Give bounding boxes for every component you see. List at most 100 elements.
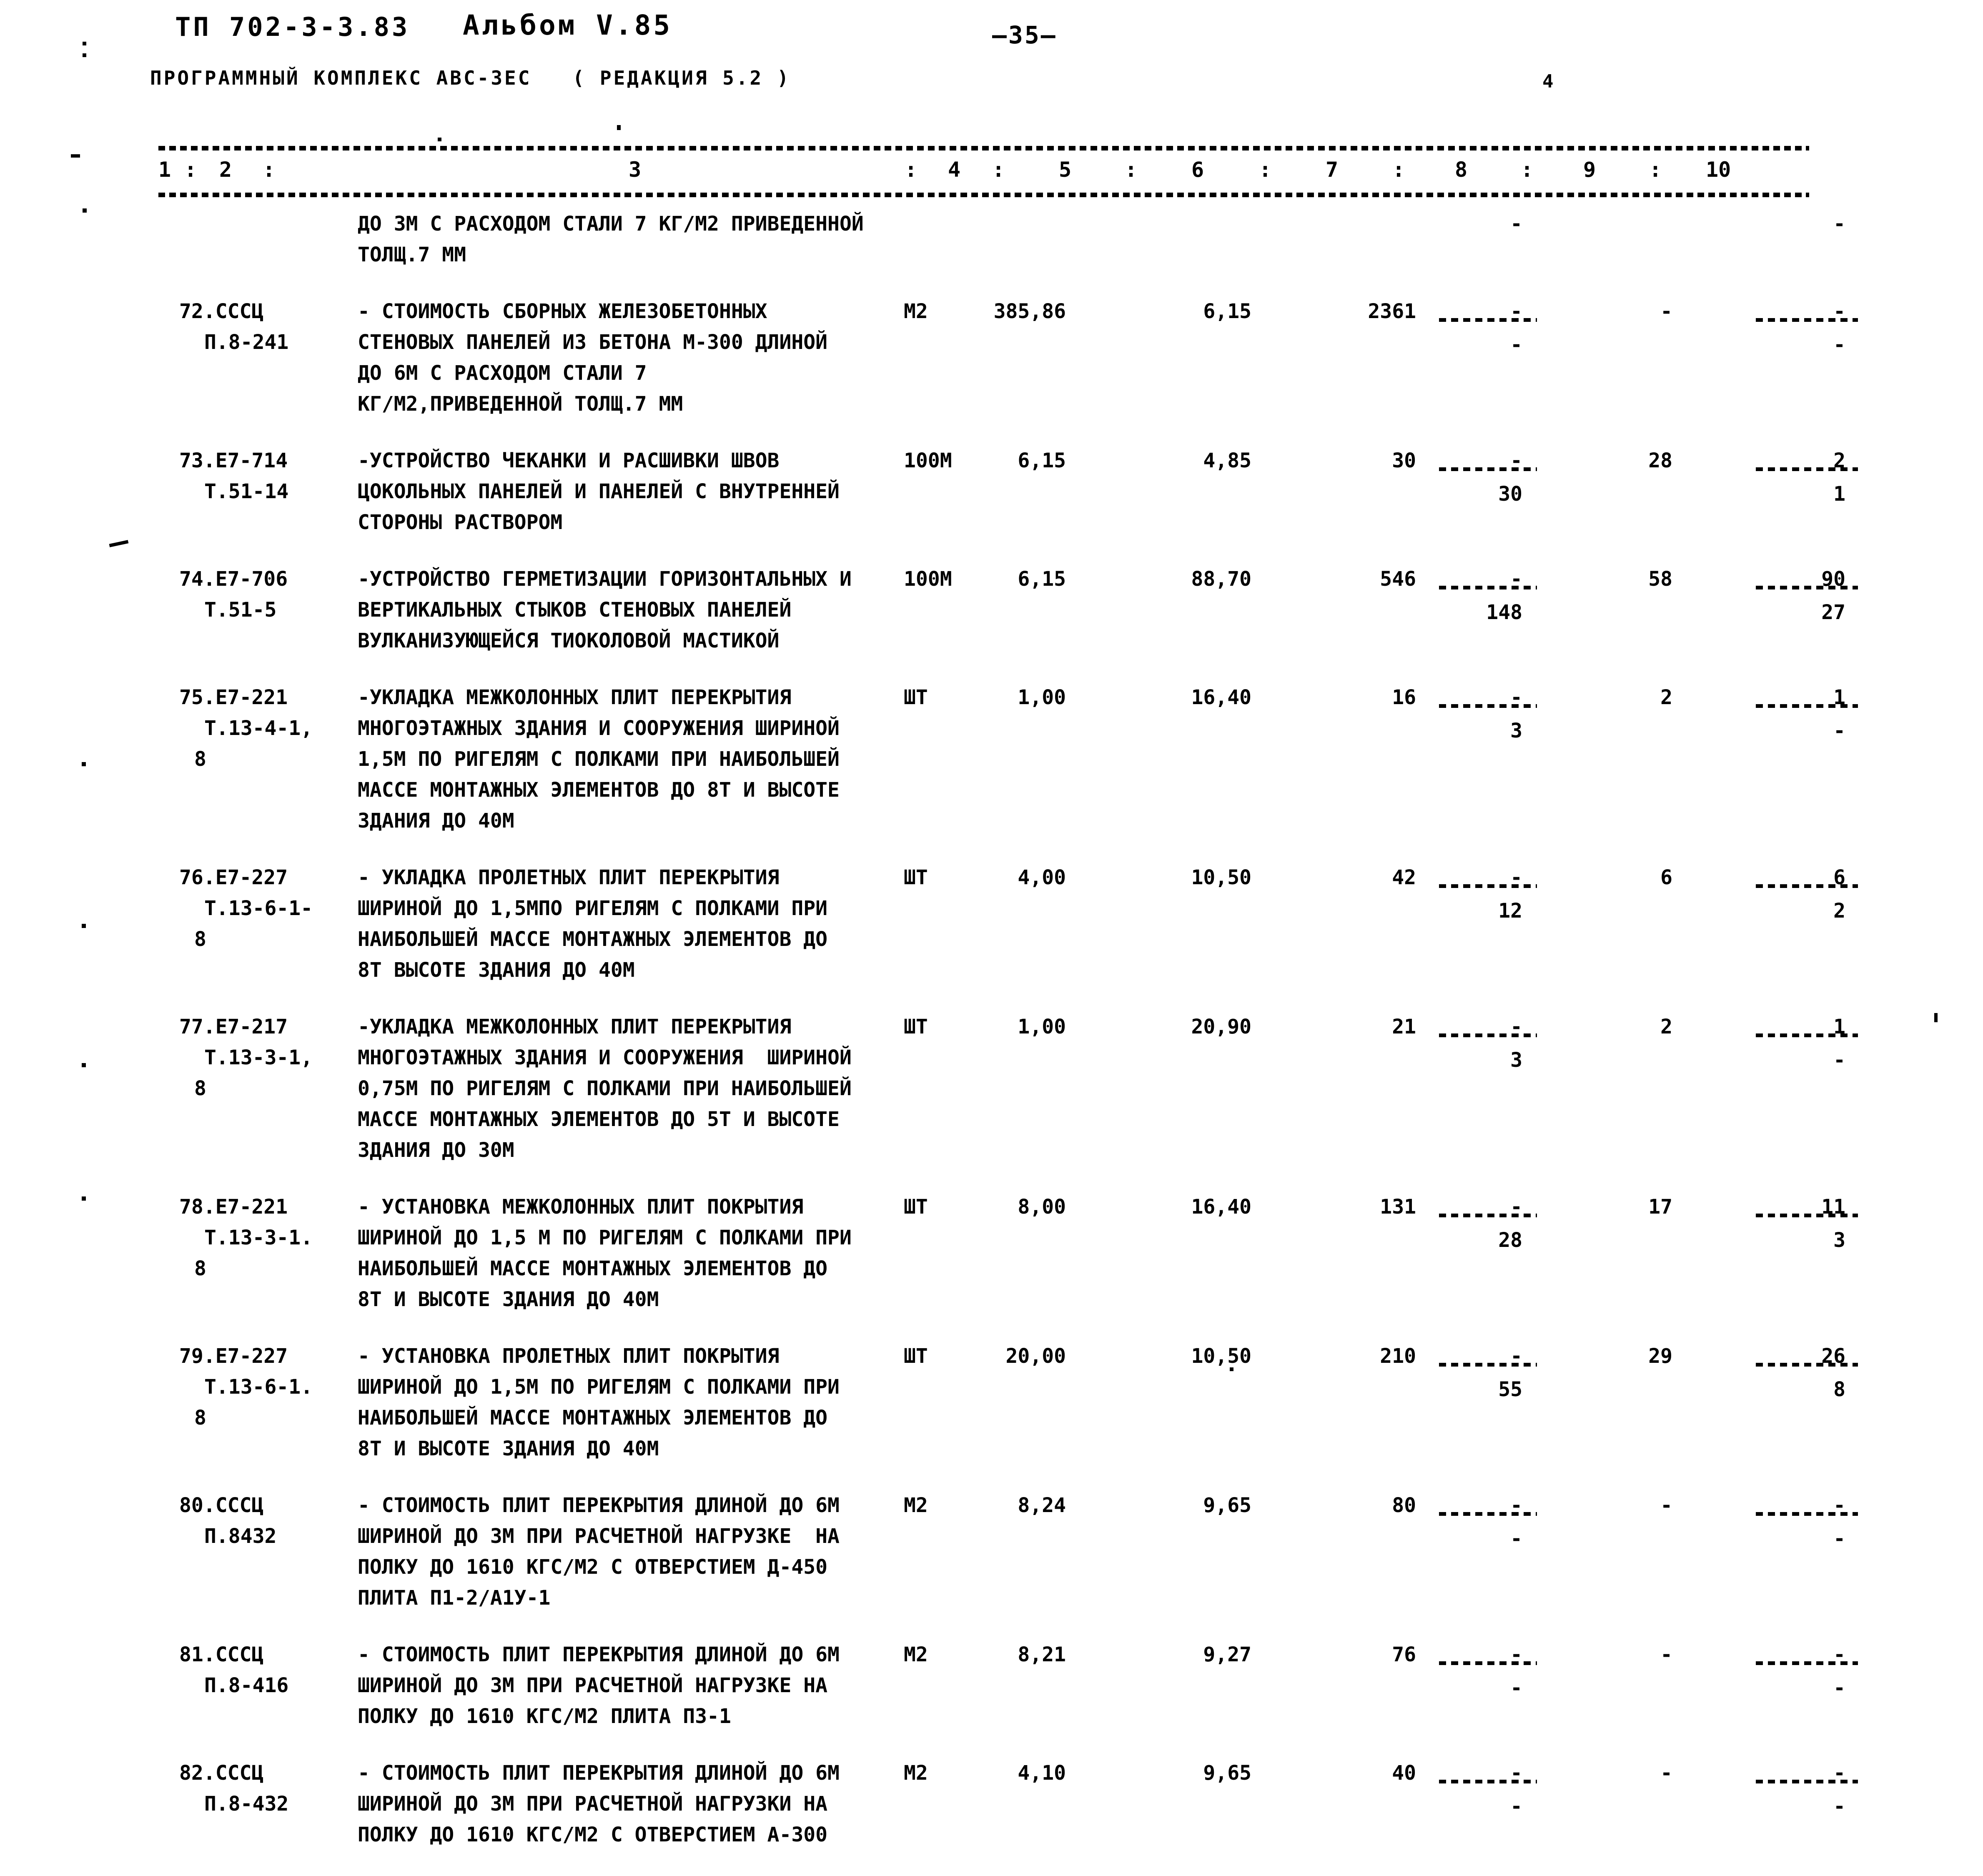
col10-bottom-value: - [1833, 333, 1845, 356]
col-num-9: 9 [1583, 158, 1596, 182]
unit-price-value: 6,15 [1203, 300, 1251, 323]
col8-top-value: - [1510, 449, 1522, 472]
col8-separator [1439, 1780, 1537, 1784]
description-line: ДО 6М С РАСХОДОМ СТАЛИ 7 [358, 361, 647, 385]
row-code-secondary: П.8432 [204, 1525, 277, 1548]
col9-value: 2 [1660, 686, 1672, 709]
scan-speck [71, 154, 80, 158]
unit-value: М2 [904, 1643, 928, 1666]
quantity-value: 1,00 [1018, 1015, 1066, 1038]
estimate-table-body: ДО 3М С РАСХОДОМ СТАЛИ 7 КГ/М2 ПРИВЕДЕНН… [0, 208, 1983, 1876]
col8-separator [1439, 318, 1537, 322]
col9-value: 17 [1648, 1195, 1672, 1219]
table-row: 77.Е7-217 Т.13-3-1, 8 -УКЛАДКА МЕЖКОЛОННЫХ … [0, 1011, 1983, 1166]
col10-bottom-value: - [1833, 1048, 1845, 1072]
description-line: ШИРИНОЙ ДО 3М ПРИ РАСЧЕТНОЙ НАГРУЗКЕ НА [358, 1674, 828, 1697]
description-line: 1,5М ПО РИГЕЛЯМ С ПОЛКАМИ ПРИ НАИБОЛЬШЕЙ [358, 747, 840, 771]
col10-bottom-value: - [1833, 719, 1845, 742]
row-code-primary: 75.Е7-221 [179, 686, 288, 709]
scan-speck [617, 125, 621, 130]
row-code-primary: 78.Е7-221 [179, 1195, 288, 1219]
description-line: - УКЛАДКА ПРОЛЕТНЫХ ПЛИТ ПЕРЕКРЫТИЯ [358, 866, 780, 889]
col8-separator [1439, 467, 1537, 472]
unit-value: М2 [904, 1494, 928, 1517]
total-cost-value: 76 [1392, 1643, 1416, 1666]
description-line: ШИРИНОЙ ДО 3М ПРИ РАСЧЕТНОЙ НАГРУЗКЕ НА [358, 1525, 840, 1548]
row-code-secondary: Т.13-4-1, [204, 717, 313, 740]
col-sep-4: : [992, 158, 1005, 182]
col-num-5: 5 [1059, 158, 1072, 182]
scan-speck [83, 53, 86, 57]
album-title: Альбом V.85 [463, 9, 673, 41]
description-line: НАИБОЛЬШЕЙ МАССЕ МОНТАЖНЫХ ЭЛЕМЕНТОВ ДО [358, 1406, 828, 1430]
description-line: 8Т И ВЫСОТЕ ЗДАНИЯ ДО 40М [358, 1288, 659, 1311]
col8-separator [1439, 1033, 1537, 1038]
column-number-row: 1 : 2 : 3 : 4 : 5 : 6 : 7 : 8 : 9 : 10 [158, 158, 1809, 184]
quantity-value: 8,00 [1018, 1195, 1066, 1219]
software-subtitle: ПРОГРАММНЫЙ КОМПЛЕКС АВС-ЗЕС ( РЕДАКЦИЯ … [150, 67, 791, 89]
col8-separator [1439, 704, 1537, 708]
unit-price-value: 9,65 [1203, 1761, 1251, 1785]
col10-bottom-value: 3 [1833, 1228, 1845, 1252]
col10-separator [1756, 1214, 1858, 1218]
description-line: ВЕРТИКАЛЬНЫХ СТЫКОВ СТЕНОВЫХ ПАНЕЛЕЙ [358, 598, 792, 622]
description-line: ПОЛКУ ДО 1610 КГС/М2 С ОТВЕРСТИЕМ Д-450 [358, 1555, 828, 1579]
col-num-10: 10 [1706, 158, 1731, 182]
description-line: СТОРОНЫ РАСТВОРОМ [358, 511, 563, 534]
col10-top-value: 1 [1833, 1015, 1845, 1038]
col10-separator [1756, 318, 1858, 322]
col10-separator [1756, 884, 1858, 888]
col-num-8: 8 [1455, 158, 1468, 182]
description-line: - СТОИМОСТЬ ПЛИТ ПЕРЕКРЫТИЯ ДЛИНОЙ ДО 6М [358, 1761, 840, 1785]
col8-bottom-value: 3 [1510, 1048, 1522, 1072]
row-code-primary: 80.СССЦ [179, 1494, 264, 1517]
col8-top-value: - [1510, 1344, 1522, 1368]
row-code-primary: 77.Е7-217 [179, 1015, 288, 1038]
total-cost-value: 131 [1380, 1195, 1416, 1219]
table-row: 81.СССЦ П.8-416 - СТОИМОСТЬ ПЛИТ ПЕРЕКРЫТИ… [0, 1639, 1983, 1732]
col10-top-value: - [1833, 1761, 1845, 1785]
col10-bottom-value: 27 [1821, 600, 1845, 624]
unit-price-value: 20,90 [1191, 1015, 1252, 1038]
row-code-tertiary: 8 [194, 747, 206, 771]
unit-price-value: 16,40 [1191, 1195, 1252, 1219]
table-row: 79.Е7-227 Т.13-6-1. 8 - УСТАНОВКА ПРОЛЕТНЫХ… [0, 1341, 1983, 1464]
description-line: - УСТАНОВКА ПРОЛЕТНЫХ ПЛИТ ПОКРЫТИЯ [358, 1344, 780, 1368]
col10-bottom-value: 8 [1833, 1377, 1845, 1401]
col8-top-value: - [1510, 1195, 1522, 1219]
description-line: ЦОКОЛЬНЫХ ПАНЕЛЕЙ И ПАНЕЛЕЙ С ВНУТРЕННЕЙ [358, 480, 840, 503]
col10-bottom-value: 2 [1833, 899, 1845, 923]
col10-separator [1756, 467, 1858, 472]
quantity-value: 4,10 [1018, 1761, 1066, 1785]
row-code-secondary: Т.51-5 [204, 598, 277, 622]
description-line: - СТОИМОСТЬ СБОРНЫХ ЖЕЛЕЗОБЕТОННЫХ [358, 300, 767, 323]
description-line: МАССЕ МОНТАЖНЫХ ЭЛЕМЕНТОВ ДО 5Т И ВЫСОТЕ [358, 1108, 840, 1131]
col8-top-value: - [1510, 1643, 1522, 1666]
total-cost-value: 2361 [1368, 300, 1416, 323]
table-row: 76.Е7-227 Т.13-6-1- 8 - УКЛАДКА ПРОЛЕТНЫХ П… [0, 862, 1983, 986]
col8-separator [1439, 1214, 1537, 1218]
col8-top-value: - [1510, 686, 1522, 709]
description-line: ШИРИНОЙ ДО 1,5МПО РИГЕЛЯМ С ПОЛКАМИ ПРИ [358, 897, 828, 920]
col8-separator [1439, 1661, 1537, 1665]
description-line: -УСТРОЙСТВО ГЕРМЕТИЗАЦИИ ГОРИЗОНТАЛЬНЫХ … [358, 567, 852, 591]
table-row: 73.Е7-714 Т.51-14 -УСТРОЙСТВО ЧЕКАНКИ И РА… [0, 445, 1983, 538]
unit-price-value: 10,50 [1191, 866, 1252, 889]
description-line: НАИБОЛЬШЕЙ МАССЕ МОНТАЖНЫХ ЭЛЕМЕНТОВ ДО [358, 928, 828, 951]
col-sep-7: : [1392, 158, 1405, 182]
document-page: ТП 702-3-3.83 Альбом V.85 —35— ПРОГРАММН… [0, 0, 1983, 1846]
revision-mark: 4 [1542, 71, 1554, 92]
unit-price-value: 10,50 [1191, 1344, 1252, 1368]
col8-value: - [1510, 212, 1522, 236]
col-num-1: 1 [158, 158, 171, 182]
row-code-primary: 74.Е7-706 [179, 567, 288, 591]
col9-value: - [1660, 300, 1672, 323]
col10-separator [1756, 1780, 1858, 1784]
col10-separator [1756, 1363, 1858, 1367]
col8-bottom-value: 3 [1510, 719, 1522, 742]
total-cost-value: 42 [1392, 866, 1416, 889]
quantity-value: 1,00 [1018, 686, 1066, 709]
description-line: - СТОИМОСТЬ ПЛИТ ПЕРЕКРЫТИЯ ДЛИНОЙ ДО 6М [358, 1494, 840, 1517]
row-code-tertiary: 8 [194, 1077, 206, 1100]
col-sep-1: : [184, 158, 197, 182]
